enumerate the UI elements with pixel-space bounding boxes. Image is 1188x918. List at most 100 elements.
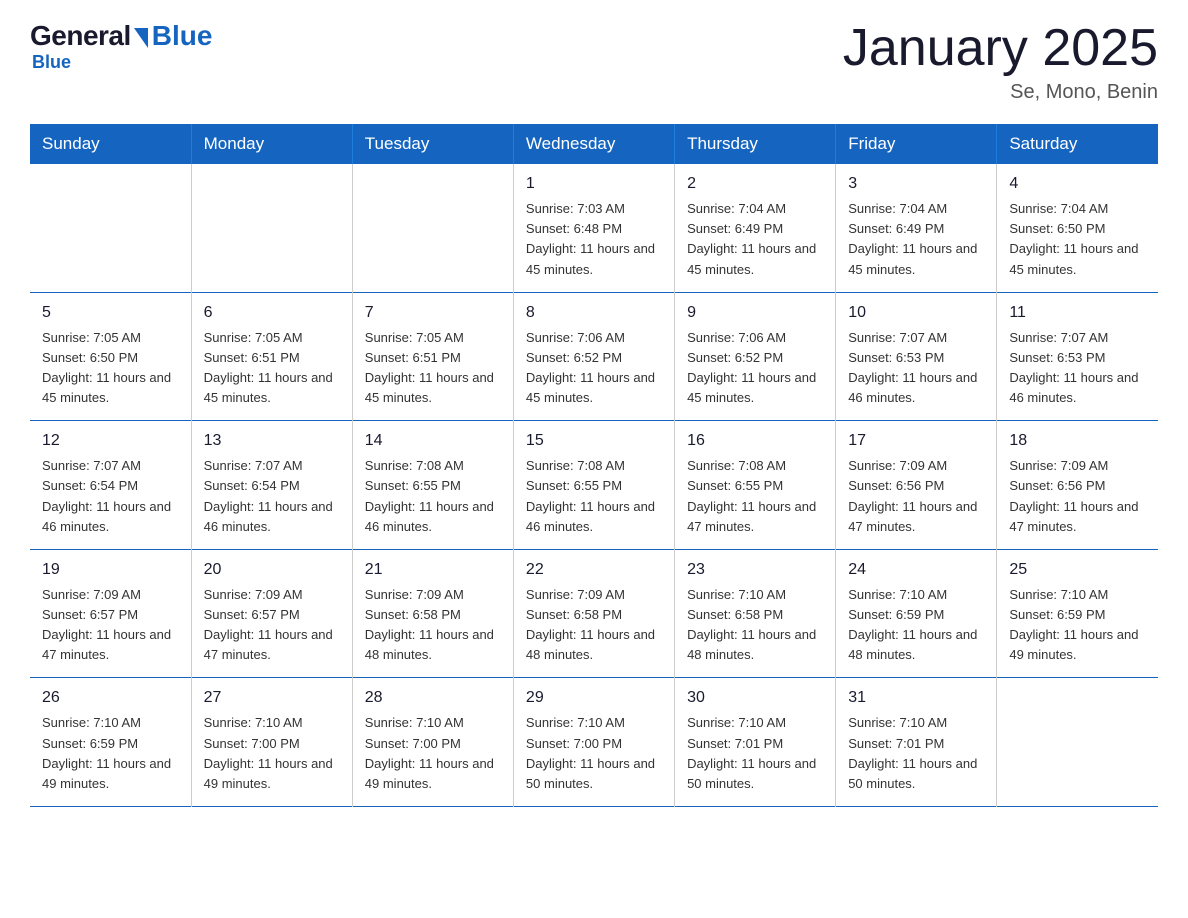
day-info-6: Sunrise: 7:05 AMSunset: 6:51 PMDaylight:…	[204, 328, 340, 409]
day-number-19: 19	[42, 558, 179, 582]
day-cell-2: 2 Sunrise: 7:04 AMSunset: 6:49 PMDaylight…	[675, 164, 836, 292]
day-cell-4: 4 Sunrise: 7:04 AMSunset: 6:50 PMDaylight…	[997, 164, 1158, 292]
day-cell-21: 21 Sunrise: 7:09 AMSunset: 6:58 PMDayligh…	[352, 549, 513, 678]
day-cell-15: 15Sunrise: 7:08 AMSunset: 6:55 PMDayligh…	[513, 421, 674, 550]
day-cell-5: 5Sunrise: 7:05 AMSunset: 6:50 PMDaylight…	[30, 292, 191, 421]
day-number-3: 3	[848, 172, 984, 196]
day-cell-26: 26 Sunrise: 7:10 AMSunset: 6:59 PMDayligh…	[30, 678, 191, 807]
day-number-21: 21	[365, 558, 501, 582]
day-number-26: 26	[42, 686, 179, 710]
week-row-2: 5Sunrise: 7:05 AMSunset: 6:50 PMDaylight…	[30, 292, 1158, 421]
day-info-18: Sunrise: 7:09 AMSunset: 6:56 PMDaylight:…	[1009, 456, 1146, 537]
day-cell-1: 1Sunrise: 7:03 AMSunset: 6:48 PMDaylight…	[513, 164, 674, 292]
day-cell-7: 7Sunrise: 7:05 AMSunset: 6:51 PMDaylight…	[352, 292, 513, 421]
day-number-24: 24	[848, 558, 984, 582]
day-number-14: 14	[365, 429, 501, 453]
location: Se, Mono, Benin	[843, 81, 1158, 104]
day-number-2: 2	[687, 172, 823, 196]
day-info-10: Sunrise: 7:07 AMSunset: 6:53 PMDaylight:…	[848, 328, 984, 409]
day-info-4: Sunrise: 7:04 AMSunset: 6:50 PMDaylight:…	[1009, 199, 1146, 280]
day-info-31: Sunrise: 7:10 AMSunset: 7:01 PMDaylight:…	[848, 713, 984, 794]
day-info-16: Sunrise: 7:08 AMSunset: 6:55 PMDaylight:…	[687, 456, 823, 537]
day-cell-28: 28 Sunrise: 7:10 AMSunset: 7:00 PMDayligh…	[352, 678, 513, 807]
day-number-23: 23	[687, 558, 823, 582]
day-number-12: 12	[42, 429, 179, 453]
day-number-4: 4	[1009, 172, 1146, 196]
week-row-3: 12 Sunrise: 7:07 AMSunset: 6:54 PMDayligh…	[30, 421, 1158, 550]
day-cell-9: 9 Sunrise: 7:06 AMSunset: 6:52 PMDaylight…	[675, 292, 836, 421]
day-number-31: 31	[848, 686, 984, 710]
day-number-13: 13	[204, 429, 340, 453]
day-number-9: 9	[687, 301, 823, 325]
empty-cell	[30, 164, 191, 292]
day-cell-13: 13 Sunrise: 7:07 AMSunset: 6:54 PMDayligh…	[191, 421, 352, 550]
day-info-2: Sunrise: 7:04 AMSunset: 6:49 PMDaylight:…	[687, 199, 823, 280]
day-number-11: 11	[1009, 301, 1146, 325]
day-cell-23: 23Sunrise: 7:10 AMSunset: 6:58 PMDayligh…	[675, 549, 836, 678]
day-info-28: Sunrise: 7:10 AMSunset: 7:00 PMDaylight:…	[365, 713, 501, 794]
day-cell-17: 17 Sunrise: 7:09 AMSunset: 6:56 PMDayligh…	[836, 421, 997, 550]
day-cell-18: 18Sunrise: 7:09 AMSunset: 6:56 PMDayligh…	[997, 421, 1158, 550]
day-cell-10: 10 Sunrise: 7:07 AMSunset: 6:53 PMDayligh…	[836, 292, 997, 421]
day-info-27: Sunrise: 7:10 AMSunset: 7:00 PMDaylight:…	[204, 713, 340, 794]
day-number-30: 30	[687, 686, 823, 710]
month-title: January 2025	[843, 20, 1158, 77]
day-info-19: Sunrise: 7:09 AMSunset: 6:57 PMDaylight:…	[42, 585, 179, 666]
day-info-15: Sunrise: 7:08 AMSunset: 6:55 PMDaylight:…	[526, 456, 662, 537]
day-info-13: Sunrise: 7:07 AMSunset: 6:54 PMDaylight:…	[204, 456, 340, 537]
day-info-3: Sunrise: 7:04 AMSunset: 6:49 PMDaylight:…	[848, 199, 984, 280]
day-number-8: 8	[526, 301, 662, 325]
day-info-25: Sunrise: 7:10 AMSunset: 6:59 PMDaylight:…	[1009, 585, 1146, 666]
day-cell-19: 19 Sunrise: 7:09 AMSunset: 6:57 PMDayligh…	[30, 549, 191, 678]
day-number-17: 17	[848, 429, 984, 453]
day-cell-11: 11 Sunrise: 7:07 AMSunset: 6:53 PMDayligh…	[997, 292, 1158, 421]
week-row-5: 26 Sunrise: 7:10 AMSunset: 6:59 PMDayligh…	[30, 678, 1158, 807]
day-number-6: 6	[204, 301, 340, 325]
day-info-5: Sunrise: 7:05 AMSunset: 6:50 PMDaylight:…	[42, 328, 179, 409]
day-info-21: Sunrise: 7:09 AMSunset: 6:58 PMDaylight:…	[365, 585, 501, 666]
day-number-16: 16	[687, 429, 823, 453]
day-cell-6: 6 Sunrise: 7:05 AMSunset: 6:51 PMDaylight…	[191, 292, 352, 421]
day-number-22: 22	[526, 558, 662, 582]
day-number-27: 27	[204, 686, 340, 710]
day-number-28: 28	[365, 686, 501, 710]
day-cell-3: 3 Sunrise: 7:04 AMSunset: 6:49 PMDaylight…	[836, 164, 997, 292]
day-cell-29: 29 Sunrise: 7:10 AMSunset: 7:00 PMDayligh…	[513, 678, 674, 807]
weekday-header-saturday: Saturday	[997, 124, 1158, 164]
empty-cell	[997, 678, 1158, 807]
empty-cell	[191, 164, 352, 292]
day-number-20: 20	[204, 558, 340, 582]
day-info-24: Sunrise: 7:10 AMSunset: 6:59 PMDaylight:…	[848, 585, 984, 666]
day-info-8: Sunrise: 7:06 AMSunset: 6:52 PMDaylight:…	[526, 328, 662, 409]
day-cell-24: 24 Sunrise: 7:10 AMSunset: 6:59 PMDayligh…	[836, 549, 997, 678]
day-cell-20: 20 Sunrise: 7:09 AMSunset: 6:57 PMDayligh…	[191, 549, 352, 678]
day-cell-25: 25Sunrise: 7:10 AMSunset: 6:59 PMDayligh…	[997, 549, 1158, 678]
day-info-20: Sunrise: 7:09 AMSunset: 6:57 PMDaylight:…	[204, 585, 340, 666]
day-cell-31: 31 Sunrise: 7:10 AMSunset: 7:01 PMDayligh…	[836, 678, 997, 807]
day-number-29: 29	[526, 686, 662, 710]
day-info-12: Sunrise: 7:07 AMSunset: 6:54 PMDaylight:…	[42, 456, 179, 537]
day-info-30: Sunrise: 7:10 AMSunset: 7:01 PMDaylight:…	[687, 713, 823, 794]
day-info-1: Sunrise: 7:03 AMSunset: 6:48 PMDaylight:…	[526, 199, 662, 280]
day-info-26: Sunrise: 7:10 AMSunset: 6:59 PMDaylight:…	[42, 713, 179, 794]
logo-bottom-text: Blue	[32, 52, 71, 73]
logo-blue-text: Blue	[152, 20, 213, 52]
page-header: General Blue Blue January 2025 Se, Mono,…	[30, 20, 1158, 104]
day-info-14: Sunrise: 7:08 AMSunset: 6:55 PMDaylight:…	[365, 456, 501, 537]
logo-general-text: General	[30, 20, 131, 52]
logo-triangle-icon	[134, 28, 148, 48]
day-number-10: 10	[848, 301, 984, 325]
day-number-7: 7	[365, 301, 501, 325]
weekday-header-sunday: Sunday	[30, 124, 191, 164]
day-cell-14: 14 Sunrise: 7:08 AMSunset: 6:55 PMDayligh…	[352, 421, 513, 550]
week-row-1: 1Sunrise: 7:03 AMSunset: 6:48 PMDaylight…	[30, 164, 1158, 292]
logo: General Blue Blue	[30, 20, 212, 73]
week-row-4: 19 Sunrise: 7:09 AMSunset: 6:57 PMDayligh…	[30, 549, 1158, 678]
day-info-17: Sunrise: 7:09 AMSunset: 6:56 PMDaylight:…	[848, 456, 984, 537]
day-info-9: Sunrise: 7:06 AMSunset: 6:52 PMDaylight:…	[687, 328, 823, 409]
weekday-header-thursday: Thursday	[675, 124, 836, 164]
day-info-29: Sunrise: 7:10 AMSunset: 7:00 PMDaylight:…	[526, 713, 662, 794]
day-info-11: Sunrise: 7:07 AMSunset: 6:53 PMDaylight:…	[1009, 328, 1146, 409]
day-info-22: Sunrise: 7:09 AMSunset: 6:58 PMDaylight:…	[526, 585, 662, 666]
day-cell-16: 16 Sunrise: 7:08 AMSunset: 6:55 PMDayligh…	[675, 421, 836, 550]
